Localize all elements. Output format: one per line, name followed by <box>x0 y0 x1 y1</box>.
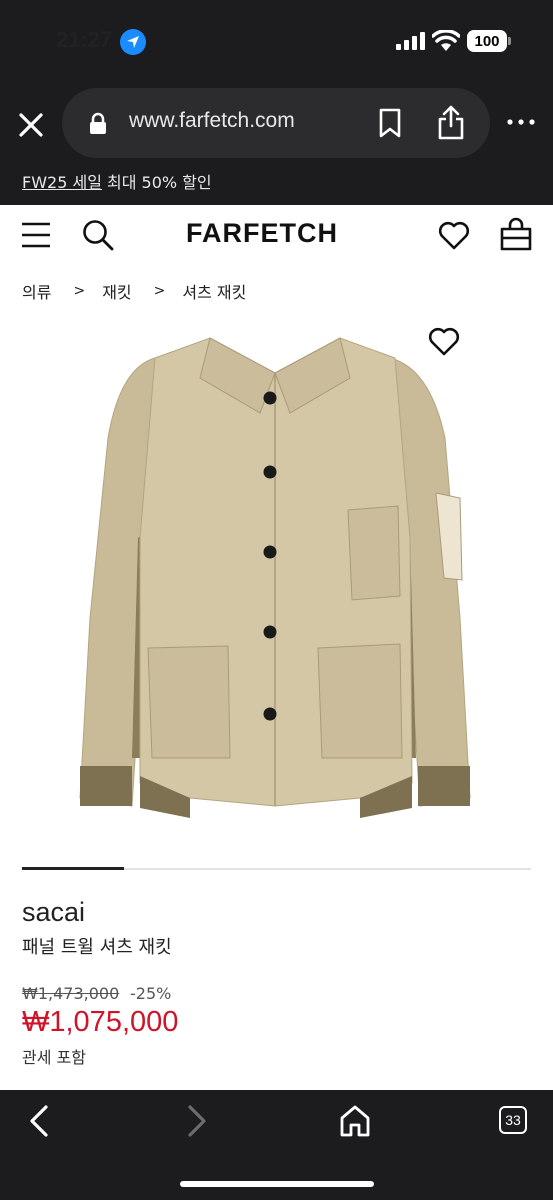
duty-note: 관세 포함 <box>22 1048 86 1067</box>
close-icon[interactable] <box>16 110 46 140</box>
sale-price: ₩1,075,000 <box>22 1006 179 1038</box>
bag-icon[interactable] <box>499 217 533 251</box>
share-icon[interactable] <box>436 104 466 140</box>
wifi-icon <box>432 30 460 51</box>
gallery-active-indicator <box>22 867 124 870</box>
status-time: 21:27 <box>56 27 113 52</box>
breadcrumb: 의류 > 재킷 > 셔츠 재킷 <box>22 279 246 303</box>
brand-name[interactable]: sacai <box>22 897 85 928</box>
promo-banner: FW25 세일 최대 50% 할인 <box>0 170 553 205</box>
back-icon[interactable] <box>26 1104 52 1138</box>
search-icon[interactable] <box>82 219 114 251</box>
breadcrumb-separator: > <box>73 283 86 299</box>
breadcrumb-separator: > <box>153 283 166 299</box>
location-arrow-icon <box>120 29 146 55</box>
heart-icon[interactable] <box>438 220 470 250</box>
breadcrumb-item-clothing[interactable]: 의류 <box>22 279 51 303</box>
site-logo[interactable]: FARFETCH <box>186 218 338 249</box>
wishlist-heart-icon[interactable] <box>427 326 461 356</box>
product-image[interactable] <box>60 318 490 838</box>
battery-icon: 100 <box>467 30 511 52</box>
more-icon[interactable] <box>506 112 536 132</box>
original-price: ₩1,473,000 <box>22 984 120 1003</box>
breadcrumb-item-jackets[interactable]: 재킷 <box>102 279 131 303</box>
product-name: 패널 트윌 셔츠 재킷 <box>22 937 172 958</box>
bookmark-icon[interactable] <box>378 108 402 138</box>
forward-icon[interactable] <box>184 1104 210 1138</box>
tabs-icon[interactable]: 33 <box>499 1106 527 1134</box>
signal-icon <box>396 32 425 50</box>
discount-badge: -25% <box>130 984 172 1003</box>
home-icon[interactable] <box>339 1104 371 1138</box>
url-text[interactable]: www.farfetch.com <box>129 109 295 133</box>
promo-link[interactable]: FW25 세일 <box>22 173 102 192</box>
menu-icon[interactable] <box>22 222 50 248</box>
lock-icon <box>90 112 106 134</box>
promo-text: 최대 50% 할인 <box>101 173 212 192</box>
home-indicator <box>180 1181 374 1187</box>
breadcrumb-item-shirt-jackets[interactable]: 셔츠 재킷 <box>182 279 246 303</box>
